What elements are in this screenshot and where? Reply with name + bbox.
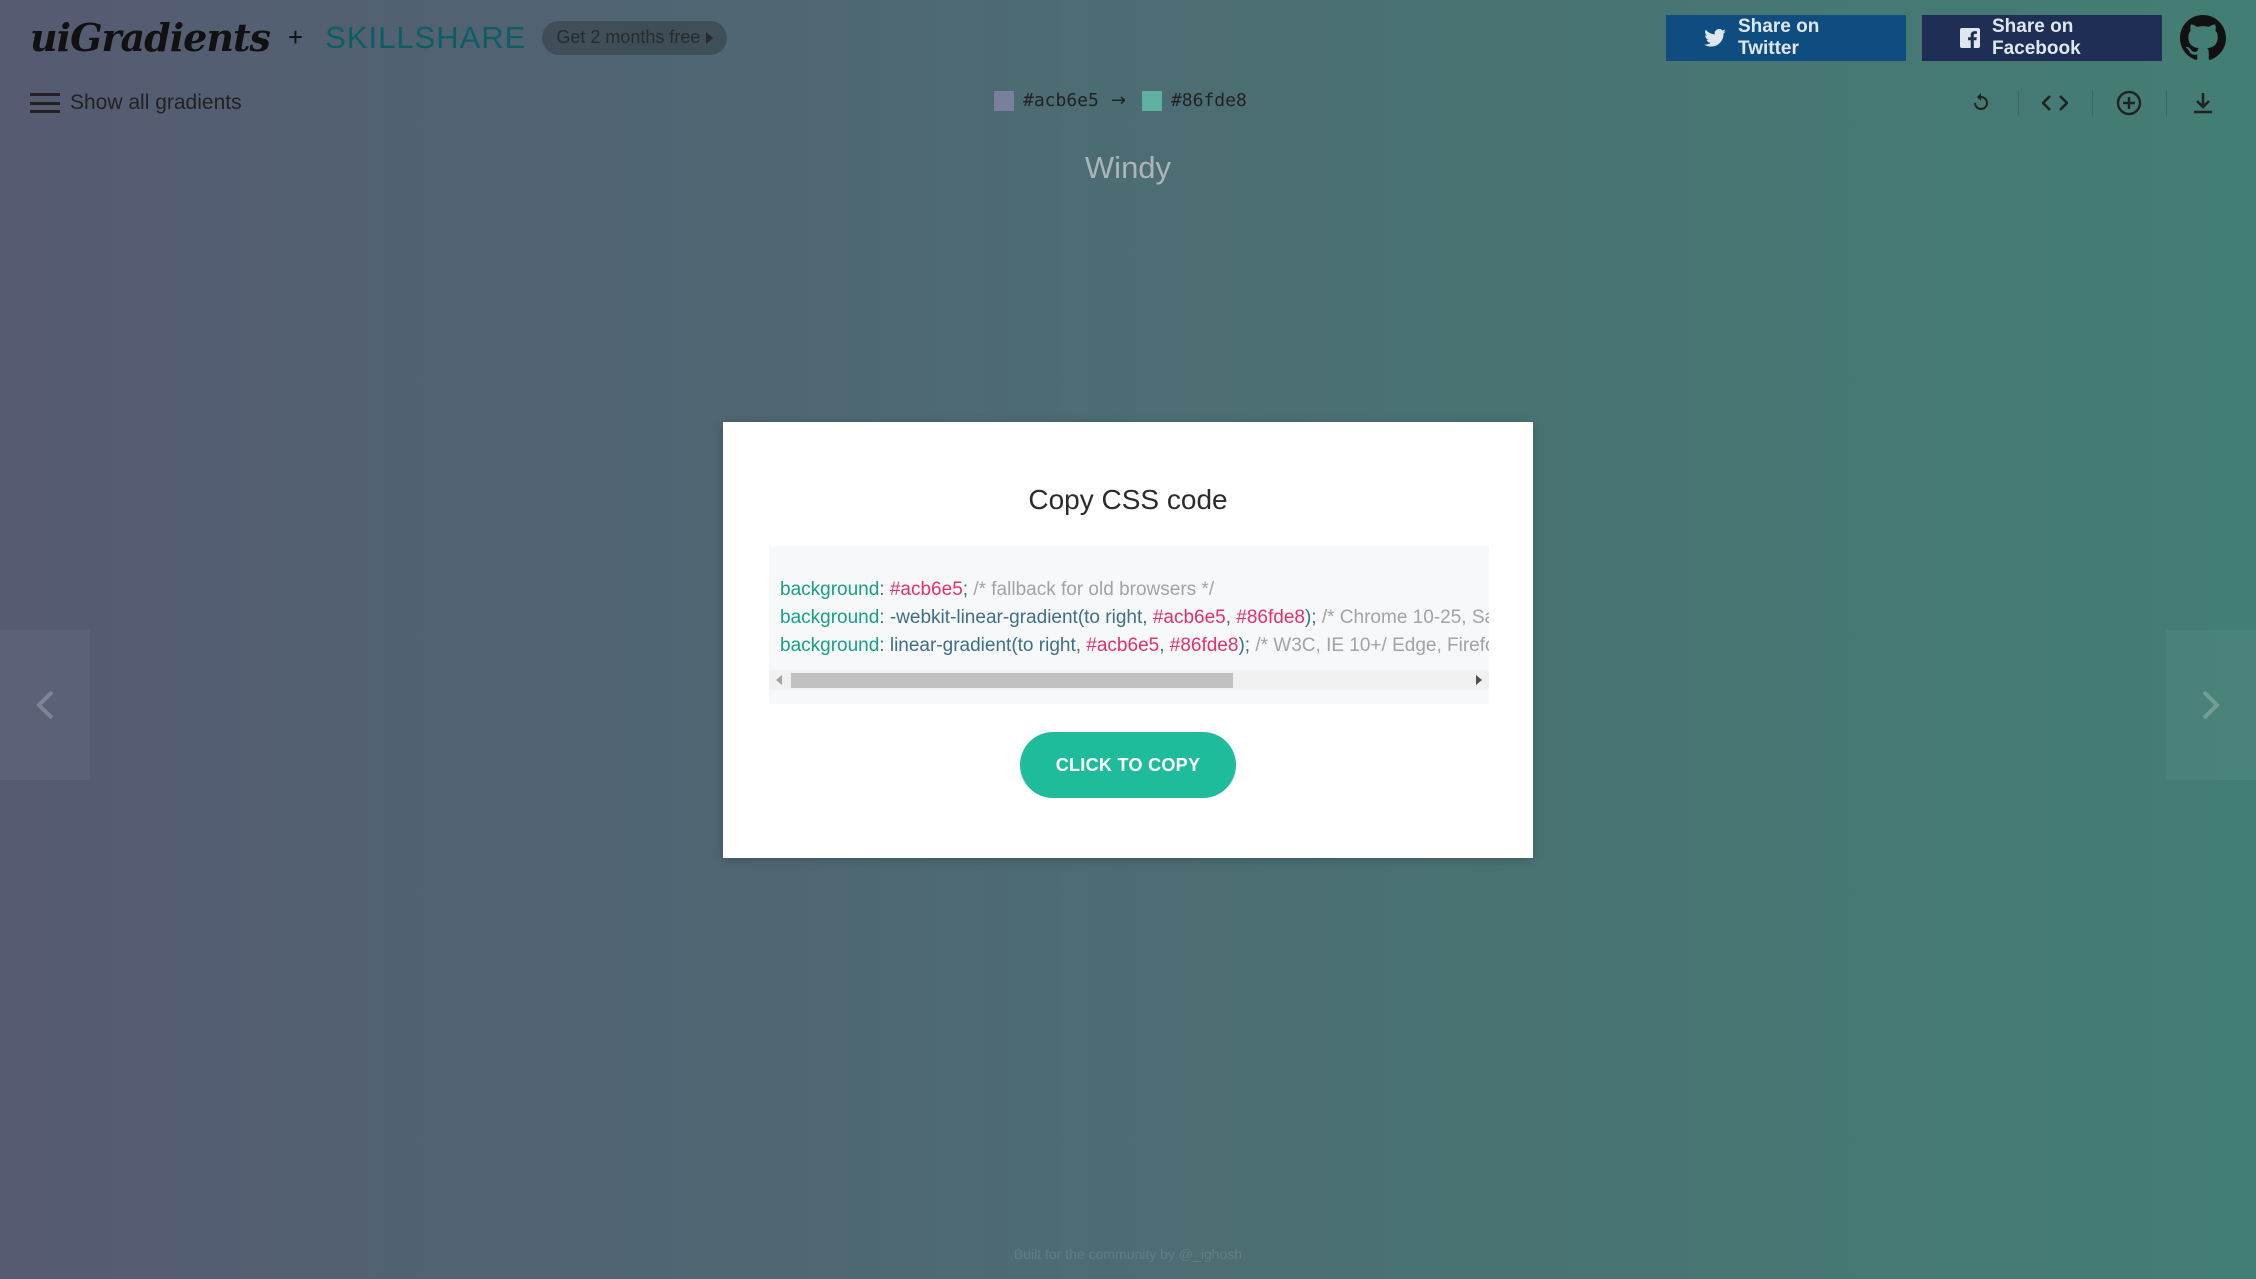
previous-gradient-button[interactable] [0, 630, 90, 780]
top-bar: uiGradients + SKILLSHARE Get 2 months fr… [0, 0, 2256, 75]
chevron-right-icon [2202, 690, 2220, 720]
color-swatch-from [994, 90, 1014, 111]
color-swatch-to [1141, 90, 1162, 111]
add-icon [2116, 90, 2142, 116]
share-twitter-button[interactable]: Share on Twitter [1666, 14, 1906, 61]
code-property: background [780, 579, 880, 600]
menu-icon [30, 93, 60, 113]
gradient-colors: #acb6e5 → #86fde8 [994, 90, 1247, 111]
code-value: ); [1238, 635, 1251, 656]
github-icon[interactable] [2180, 14, 2226, 61]
share-facebook-button[interactable]: Share on Facebook [1922, 14, 2162, 61]
code-comment: /* fallback for old browsers */ [968, 579, 1215, 600]
arrow-right-icon: → [1110, 90, 1126, 111]
code-hex: #86fde8 [1169, 635, 1239, 656]
show-all-gradients-button[interactable]: Show all gradients [30, 91, 242, 115]
code-line: background: linear-gradient(to right, #a… [780, 632, 1489, 660]
footer-credit[interactable]: Built for the community by @_ighosh [0, 1246, 2256, 1262]
skillshare-logo[interactable]: SKILLSHARE [325, 20, 526, 56]
code-comment: /* Chrome 10-25, Safari 5.1-6 */ [1321, 607, 1489, 628]
twitter-icon [1704, 28, 1726, 47]
rotate-gradient-button[interactable] [1944, 76, 2018, 130]
facebook-icon [1960, 27, 1980, 48]
color-from-hex[interactable]: #acb6e5 [1023, 90, 1099, 111]
code-value: -webkit-linear-gradient(to right, [889, 607, 1153, 628]
scrollbar-thumb[interactable] [791, 673, 1233, 688]
gradient-title: Windy [1084, 150, 1172, 185]
site-logo[interactable]: uiGradients [30, 15, 271, 60]
horizontal-scrollbar[interactable] [769, 670, 1489, 690]
promo-badge[interactable]: Get 2 months free [542, 20, 728, 55]
share-twitter-label: Share on Twitter [1738, 15, 1820, 59]
code-property: background [780, 635, 880, 656]
scroll-left-icon[interactable] [776, 675, 782, 685]
share-actions: Share on Twitter Share on Facebook [1666, 14, 2226, 61]
click-to-copy-button[interactable]: CLICK TO COPY [1020, 732, 1236, 798]
code-icon [2042, 95, 2068, 111]
code-colon: : [879, 579, 890, 600]
code-colon: : [879, 607, 890, 628]
css-code-block[interactable]: background: #acb6e5; /* fallback for old… [769, 546, 1489, 704]
code-hex: #acb6e5 [889, 579, 963, 600]
code-line: background: -webkit-linear-gradient(to r… [780, 604, 1489, 632]
code-separator: , [1159, 635, 1170, 656]
chevron-left-icon [36, 690, 54, 720]
tool-buttons [1944, 76, 2240, 130]
code-hex: #86fde8 [1236, 607, 1305, 628]
code-hex: #acb6e5 [1152, 607, 1226, 628]
get-css-button[interactable] [2018, 76, 2092, 130]
modal-title: Copy CSS code [1028, 484, 1228, 515]
code-hex: #acb6e5 [1086, 635, 1160, 656]
rotate-icon [1974, 93, 1988, 110]
plus-sign: + [287, 22, 304, 52]
code-value: ); [1304, 607, 1317, 628]
promo-label: Get 2 months free [556, 27, 701, 47]
code-property: background [780, 607, 880, 628]
download-icon [2194, 93, 2212, 114]
share-facebook-label: Share on Facebook [1992, 15, 2081, 59]
code-line: background: #acb6e5; /* fallback for old… [780, 576, 1489, 604]
code-lines: background: #acb6e5; /* fallback for old… [780, 576, 1489, 660]
show-all-gradients-label: Show all gradients [70, 91, 242, 114]
caret-right-icon [706, 31, 714, 44]
code-comment: /* W3C, IE 10+/ Edge, Firefox 16+, Chrom… [1255, 635, 1489, 656]
next-gradient-button[interactable] [2166, 630, 2256, 780]
scroll-right-icon[interactable] [1476, 675, 1482, 685]
copy-css-modal: Copy CSS code background: #acb6e5; /* fa… [723, 422, 1533, 858]
code-colon: : [879, 635, 890, 656]
toolbar: Show all gradients #acb6e5 → #86fde8 [0, 76, 2256, 130]
color-to-hex[interactable]: #86fde8 [1171, 90, 1247, 111]
code-value: linear-gradient(to right, [889, 635, 1087, 656]
download-button[interactable] [2166, 76, 2240, 130]
code-separator: , [1225, 607, 1237, 628]
add-gradient-button[interactable] [2092, 76, 2166, 130]
